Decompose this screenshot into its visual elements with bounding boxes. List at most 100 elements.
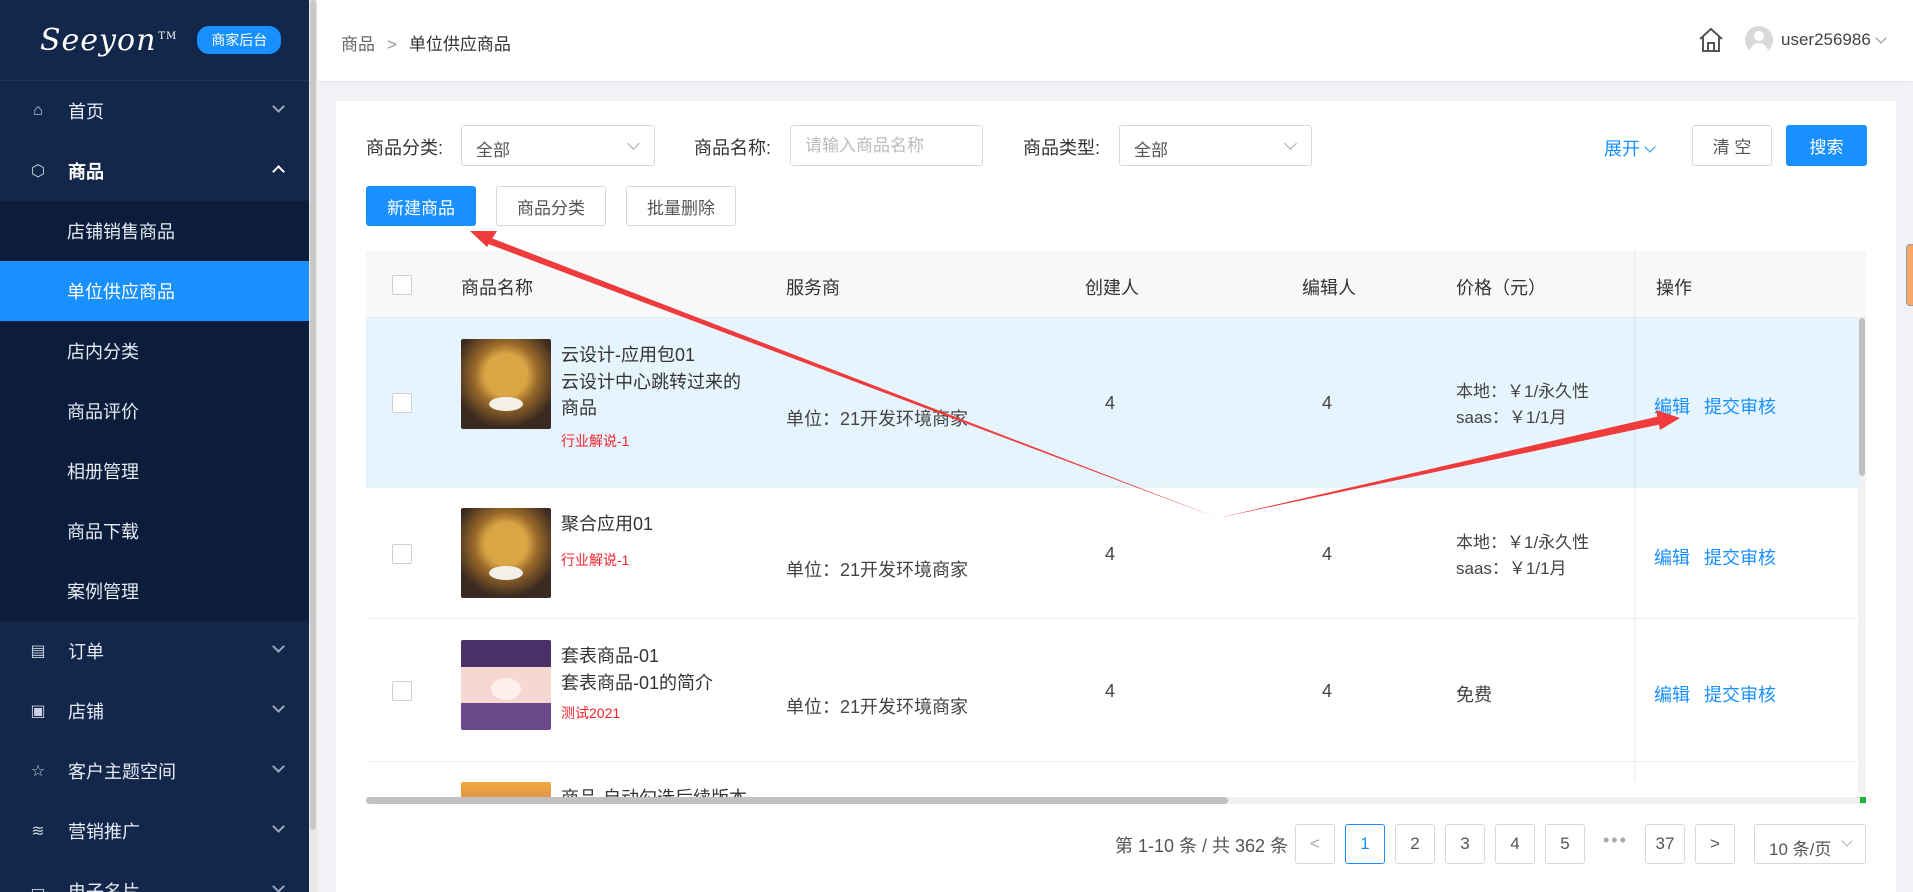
provider-cell: 单位：21开发环境商家 [786, 560, 969, 580]
scroll-corner-marker [1860, 797, 1866, 803]
chevron-down-icon [1841, 835, 1853, 847]
home-icon: ⌂ [33, 102, 43, 119]
chevron-down-icon[interactable] [1875, 32, 1887, 44]
clear-button[interactable]: 清 空 [1692, 125, 1772, 166]
prev-page-button[interactable]: < [1295, 824, 1335, 864]
submenu-item-albums[interactable]: 相册管理 [0, 441, 309, 501]
submenu-item-downloads[interactable]: 商品下载 [0, 501, 309, 561]
category-select-value: 全部 [476, 141, 510, 160]
chevron-down-icon [272, 820, 285, 833]
submenu-item-store-sales[interactable]: 店铺销售商品 [0, 201, 309, 261]
product-thumbnail[interactable] [461, 640, 551, 730]
table-vertical-scrollbar[interactable] [1858, 318, 1866, 794]
page-size-select[interactable]: 10 条/页 [1754, 824, 1866, 864]
product-tag: 测试2021 [561, 705, 621, 721]
sidebar-item-marketing[interactable]: ≋ 营销推广 [0, 801, 309, 861]
sidebar-item-customer-space[interactable]: ☆ 客户主题空间 [0, 741, 309, 801]
provider-cell: 单位：21开发环境商家 [786, 409, 969, 429]
product-name-input[interactable] [790, 125, 983, 166]
product-thumbnail[interactable] [461, 782, 551, 797]
new-product-button[interactable]: 新建商品 [366, 186, 476, 226]
sidebar-item-shop[interactable]: ▣ 店铺 [0, 681, 309, 741]
page-37-button[interactable]: 37 [1645, 824, 1685, 864]
table-horizontal-scrollbar[interactable] [366, 797, 1866, 804]
price-saas: saas：￥1/1月 [1456, 408, 1567, 427]
next-page-button[interactable]: > [1695, 824, 1735, 864]
avatar[interactable] [1745, 26, 1773, 54]
product-name[interactable]: 套表商品-01 [561, 642, 659, 668]
layers-icon: ≋ [31, 823, 45, 840]
page-3-button[interactable]: 3 [1445, 824, 1485, 864]
page-2-button[interactable]: 2 [1395, 824, 1435, 864]
expand-link[interactable]: 展开 [1604, 135, 1656, 161]
table-row[interactable]: 云设计-应用包01 云设计中心跳转过来的商品 行业解说-1 单位：21开发环境商… [366, 318, 1866, 488]
sidebar-item-home[interactable]: ⌂ 首页 [0, 81, 309, 141]
home-icon[interactable] [1697, 26, 1725, 54]
submit-review-link[interactable]: 提交审核 [1704, 544, 1776, 570]
submenu-item-reviews[interactable]: 商品评价 [0, 381, 309, 441]
sidebar-item-label: 电子名片 [68, 882, 140, 892]
select-all-checkbox[interactable] [392, 275, 412, 295]
edit-link[interactable]: 编辑 [1654, 681, 1690, 707]
sidebar-item-business-card[interactable]: ▭ 电子名片 [0, 861, 309, 892]
username[interactable]: user256986 [1781, 30, 1871, 50]
pagination-ellipsis[interactable]: ••• [1603, 830, 1628, 851]
search-button[interactable]: 搜索 [1786, 125, 1867, 166]
submenu-item-store-category[interactable]: 店内分类 [0, 321, 309, 381]
editor-cell: 4 [1322, 393, 1333, 413]
order-icon: ▤ [30, 643, 46, 660]
edit-link[interactable]: 编辑 [1654, 544, 1690, 570]
chevron-down-icon [272, 880, 285, 892]
breadcrumb-products[interactable]: 商品 [341, 35, 375, 54]
page-1-button[interactable]: 1 [1345, 824, 1385, 864]
submit-review-link[interactable]: 提交审核 [1704, 681, 1776, 707]
chevron-down-icon [272, 700, 285, 713]
product-name[interactable]: 云设计-应用包01 [561, 341, 695, 367]
sidebar-item-label: 营销推广 [68, 822, 140, 842]
sidebar-scrollbar-thumb[interactable] [310, 0, 316, 830]
cube-icon: ⬡ [31, 163, 45, 180]
submenu-item-unit-supply[interactable]: 单位供应商品 [0, 261, 309, 321]
row-checkbox[interactable] [392, 393, 412, 413]
provider-cell: 单位：21开发环境商家 [786, 697, 969, 717]
product-thumbnail[interactable] [461, 339, 551, 429]
row-checkbox[interactable] [392, 681, 412, 701]
submit-review-link[interactable]: 提交审核 [1704, 393, 1776, 419]
page-4-button[interactable]: 4 [1495, 824, 1535, 864]
creator-cell: 4 [1105, 681, 1116, 701]
type-select-value: 全部 [1134, 141, 1168, 160]
sidebar-item-label: 首页 [68, 102, 104, 122]
row-checkbox[interactable] [392, 544, 412, 564]
table-row[interactable]: 商品-自动勾选后续版本 [366, 762, 1866, 797]
product-category-button[interactable]: 商品分类 [496, 186, 606, 226]
product-name[interactable]: 聚合应用01 [561, 510, 653, 536]
price-cell: 本地：￥1/永久性 saas：￥1/1月 [1456, 530, 1589, 582]
product-description: 套表商品-01的简介 [561, 673, 714, 693]
edit-link[interactable]: 编辑 [1654, 393, 1690, 419]
batch-delete-button[interactable]: 批量删除 [626, 186, 736, 226]
price-cell: 本地：￥1/永久性 saas：￥1/1月 [1456, 379, 1589, 431]
product-thumbnail[interactable] [461, 508, 551, 598]
table-horizontal-scrollbar-thumb[interactable] [366, 797, 1228, 804]
price-local: 本地：￥1/永久性 [1456, 382, 1590, 401]
expand-label: 展开 [1604, 139, 1640, 159]
category-select[interactable]: 全部 [461, 125, 655, 166]
product-name[interactable]: 商品-自动勾选后续版本 [561, 784, 747, 797]
product-description: 云设计中心跳转过来的商品 [561, 372, 741, 418]
breadcrumb: 商品 > 单位供应商品 [341, 30, 511, 55]
side-widget-tab[interactable] [1906, 244, 1913, 306]
sidebar-item-products[interactable]: ⬡ 商品 [0, 141, 309, 201]
merchant-badge: 商家后台 [197, 26, 282, 54]
table-vertical-scrollbar-thumb[interactable] [1859, 318, 1865, 476]
table-row[interactable]: 套表商品-01 套表商品-01的简介 测试2021 单位：21开发环境商家 4 … [366, 619, 1866, 762]
type-select[interactable]: 全部 [1119, 125, 1312, 166]
product-tag: 行业解说-1 [561, 433, 630, 449]
sidebar-item-orders[interactable]: ▤ 订单 [0, 621, 309, 681]
logo[interactable]: Seeyon TM [40, 23, 177, 58]
creator-cell: 4 [1105, 544, 1116, 564]
sidebar-scrollbar[interactable] [309, 0, 317, 892]
table-row[interactable]: 聚合应用01 行业解说-1 单位：21开发环境商家 4 4 本地：￥1/永久性 … [366, 488, 1866, 619]
submenu-item-cases[interactable]: 案例管理 [0, 561, 309, 621]
table-header: 商品名称 服务商 创建人 编辑人 价格（元） 操作 [366, 251, 1866, 318]
page-5-button[interactable]: 5 [1545, 824, 1585, 864]
